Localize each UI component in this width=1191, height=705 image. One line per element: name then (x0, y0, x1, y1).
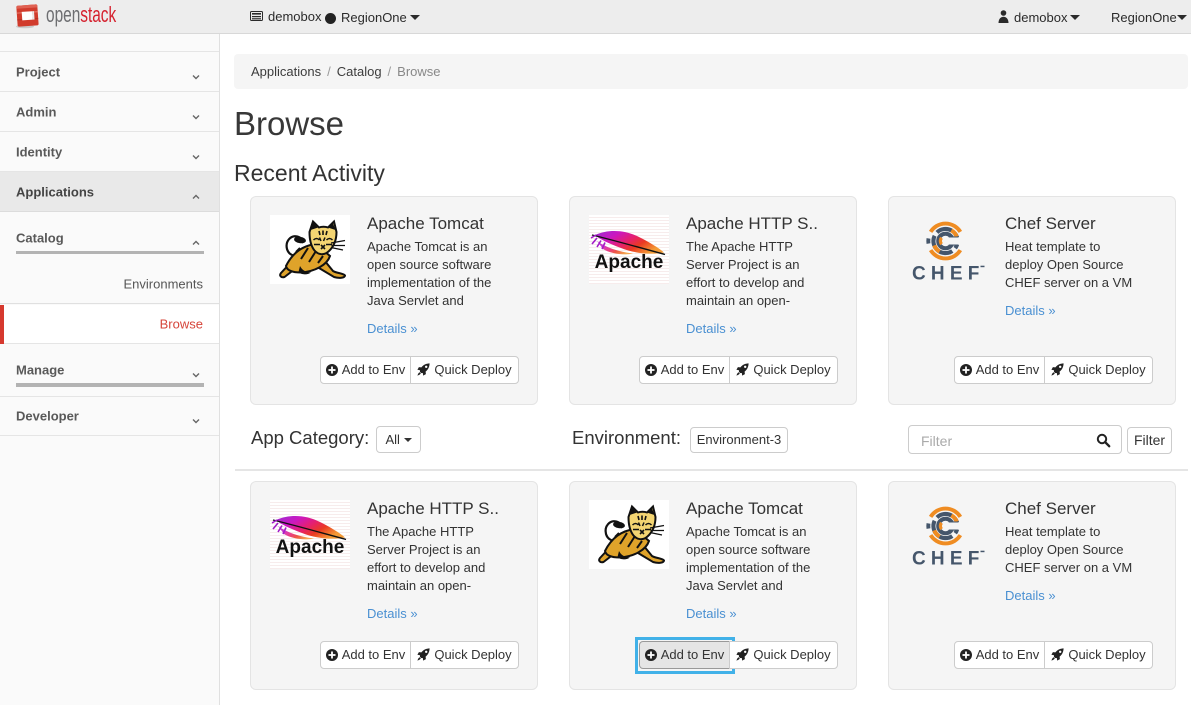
svg-text:Apache: Apache (276, 537, 345, 558)
svg-text:CHEF: CHEF (912, 549, 985, 567)
svg-text:Apache: Apache (595, 252, 664, 273)
svg-text:CHEF: CHEF (912, 264, 985, 282)
